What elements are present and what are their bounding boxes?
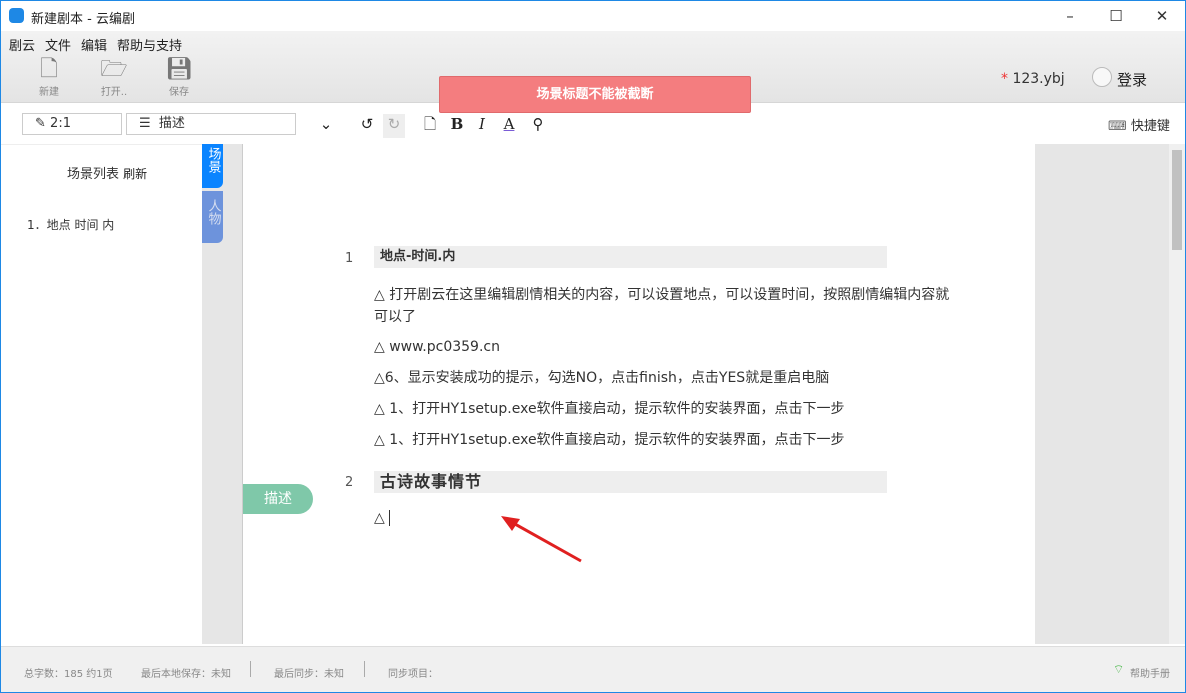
undo-icon[interactable]: ↺ bbox=[356, 114, 378, 138]
window-title: 新建剧本 - 云编剧 bbox=[31, 8, 135, 27]
minimize-button[interactable]: – bbox=[1047, 1, 1093, 31]
open-button[interactable]: 🗁打开.. bbox=[94, 57, 134, 98]
save-button[interactable]: 💾︎保存 bbox=[159, 57, 199, 98]
chevron-down-icon[interactable]: ⌄ bbox=[315, 114, 337, 138]
action-line[interactable]: △ 1、打开HY1setup.exe软件直接启动，提示软件的安装界面，点击下一步 bbox=[374, 398, 954, 420]
action-line[interactable]: △ 打开剧云在这里编辑剧情相关的内容，可以设置地点，可以设置时间，按照剧情编辑内… bbox=[374, 284, 954, 328]
bold-icon[interactable]: B bbox=[446, 114, 468, 138]
folder-icon: 🗁 bbox=[94, 57, 134, 83]
title-bar: 新建剧本 - 云编剧 – ☐ ✕ bbox=[1, 1, 1185, 31]
position-field[interactable]: ✎ 2:1 bbox=[22, 113, 122, 135]
sync-project: 同步项目： bbox=[388, 665, 438, 680]
text-cursor bbox=[389, 510, 394, 526]
menu-help[interactable]: 帮助与支持 bbox=[117, 35, 182, 54]
style-tag[interactable]: 描述 bbox=[243, 484, 313, 514]
last-sync: 最后同步：未知 bbox=[274, 665, 344, 680]
edit-icon: ✎ bbox=[35, 116, 46, 131]
editor-margin bbox=[1035, 144, 1169, 644]
wifi-icon: ⌔ bbox=[1113, 662, 1124, 677]
tab-characters[interactable]: 人物 bbox=[202, 191, 223, 243]
menu-edit[interactable]: 编辑 bbox=[81, 35, 107, 54]
scene-heading[interactable]: 古诗故事情节 bbox=[374, 471, 887, 493]
save-icon: 💾︎ bbox=[159, 57, 199, 83]
new-button[interactable]: 🗋新建 bbox=[29, 57, 69, 98]
search-icon[interactable]: ⚲ bbox=[527, 114, 549, 138]
refresh-button[interactable]: 刷新 bbox=[123, 167, 147, 181]
scene-list-item[interactable]: 1．地点 时间 内 bbox=[27, 216, 114, 233]
scene-list-title: 场景列表 bbox=[67, 167, 119, 182]
file-name: * 123.ybj bbox=[1001, 71, 1065, 87]
word-count: 总字数：185 约1页 bbox=[24, 665, 113, 680]
redo-icon[interactable]: ↻ bbox=[383, 114, 405, 138]
scene-number: 1 bbox=[345, 251, 353, 266]
style-select[interactable]: ☰ 描述 bbox=[126, 113, 296, 135]
action-line[interactable]: △ 1、打开HY1setup.exe软件直接启动，提示软件的安装界面，点击下一步 bbox=[374, 429, 954, 451]
menu-file[interactable]: 文件 bbox=[45, 35, 71, 54]
file-icon: 🗋 bbox=[29, 57, 69, 83]
close-button[interactable]: ✕ bbox=[1139, 1, 1185, 31]
last-local-save: 最后本地保存：未知 bbox=[141, 665, 231, 680]
keyboard-icon: ⌨ bbox=[1108, 119, 1127, 134]
menu-juyun[interactable]: 剧云 bbox=[9, 35, 35, 54]
scene-number: 2 bbox=[345, 475, 353, 490]
indent-icon: ☰ bbox=[139, 116, 151, 131]
action-line[interactable]: △ www.pc0359.cn bbox=[374, 336, 954, 358]
action-line[interactable]: △ bbox=[374, 507, 404, 529]
font-color-icon[interactable]: A bbox=[498, 114, 520, 138]
status-bar: 总字数：185 约1页 最后本地保存：未知 最后同步：未知 同步项目： ⌔ 帮助… bbox=[1, 646, 1185, 692]
action-line[interactable]: △6、显示安装成功的提示，勾选NO，点击finish，点击YES就是重启电脑 bbox=[374, 367, 954, 389]
scrollbar[interactable] bbox=[1169, 144, 1185, 644]
italic-icon[interactable]: I bbox=[471, 114, 493, 138]
page-icon[interactable]: 🗋 bbox=[419, 114, 441, 138]
scene-heading[interactable]: 地点-时间.内 bbox=[374, 246, 887, 268]
scrollbar-thumb[interactable] bbox=[1172, 150, 1182, 250]
alert-toast: 场景标题不能被截断 bbox=[439, 76, 751, 113]
maximize-button[interactable]: ☐ bbox=[1093, 1, 1139, 31]
help-manual-link[interactable]: 帮助手册 bbox=[1130, 665, 1170, 680]
side-tabs: 场景 人物 bbox=[202, 144, 243, 644]
scene-list-panel: 场景列表 刷新 1．地点 时间 内 bbox=[1, 144, 202, 644]
editor-page[interactable] bbox=[243, 144, 1035, 644]
avatar-icon[interactable] bbox=[1092, 67, 1112, 87]
tab-scenes[interactable]: 场景 bbox=[202, 144, 223, 188]
red-arrow-annotation bbox=[496, 511, 586, 566]
login-button[interactable]: 登录 bbox=[1117, 69, 1147, 90]
app-logo-icon bbox=[9, 8, 24, 23]
shortcut-button[interactable]: ⌨ 快捷键 bbox=[1108, 115, 1170, 134]
